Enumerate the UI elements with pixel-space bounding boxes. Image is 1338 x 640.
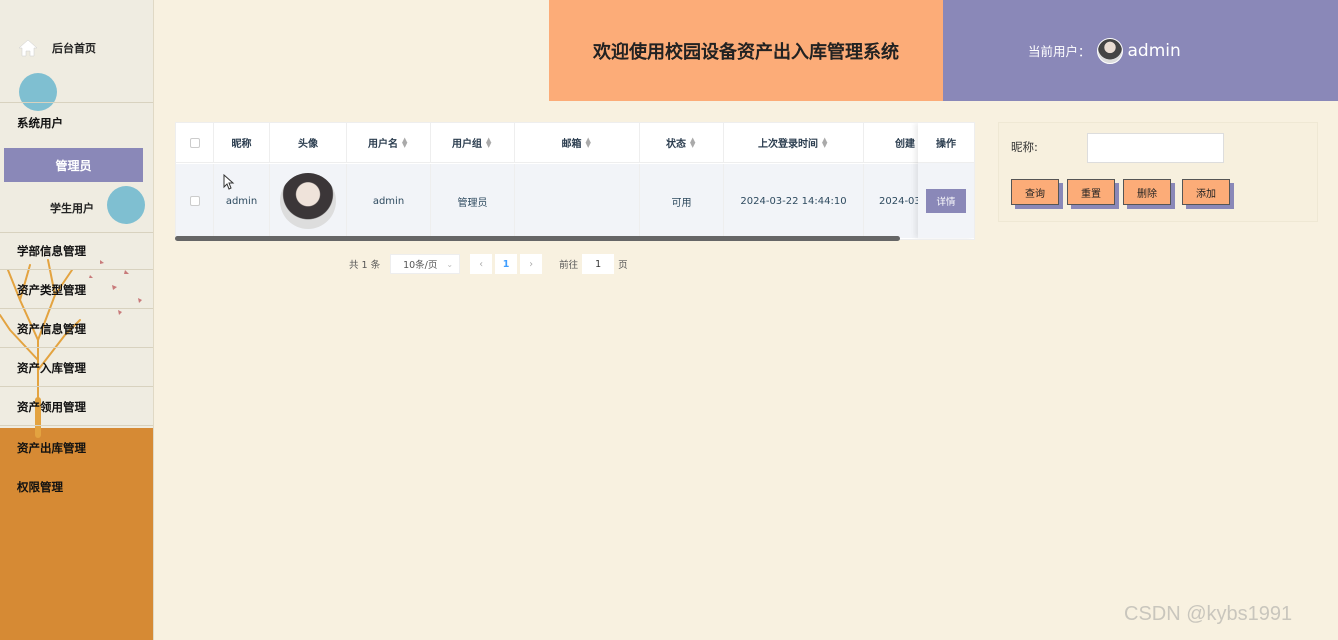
page-number[interactable]: 1 <box>495 254 518 274</box>
row-checkbox[interactable] <box>189 196 200 206</box>
delete-button[interactable]: 删除 <box>1123 179 1171 205</box>
sidebar-item-label: 资产领用管理 <box>17 399 86 414</box>
sidebar-subitem-label: 管理员 <box>55 158 92 173</box>
sidebar-item-department[interactable]: 学部信息管理 <box>0 232 153 270</box>
column-header-avatar: 头像 <box>270 123 347 162</box>
home-icon <box>18 39 38 57</box>
nickname-label: 昵称: <box>1011 140 1038 154</box>
sidebar-item-label: 资产入库管理 <box>17 360 86 375</box>
cell-last-login: 2024-03-22 14:44:10 <box>724 164 864 238</box>
sort-icon[interactable]: ▲ ▼ <box>486 136 493 148</box>
cell-username: admin <box>347 164 431 238</box>
cell-email <box>515 164 640 238</box>
pagination: 共 1 条 10条/页 ⌄ ‹ 1 › 前往 1 页 <box>349 254 628 274</box>
goto-page-input[interactable]: 1 <box>582 254 615 274</box>
sidebar-item-home[interactable]: 后台首页 <box>0 28 153 68</box>
current-user-label: 当前用户： <box>1028 44 1091 59</box>
sort-icon[interactable]: ▲ ▼ <box>690 136 697 148</box>
sidebar-item-label: 系统用户 <box>17 115 63 130</box>
avatar <box>280 173 336 229</box>
sidebar-item-asset-info[interactable]: 资产信息管理 <box>0 310 153 348</box>
select-all-checkbox[interactable] <box>189 137 200 148</box>
sidebar-home-label: 后台首页 <box>52 42 96 55</box>
mouse-cursor-icon <box>223 174 235 190</box>
search-panel: 昵称: 查询 重置 删除 添加 <box>998 122 1318 222</box>
pagination-total: 共 1 条 <box>349 260 381 271</box>
sidebar-subitem-label: 学生用户 <box>50 202 94 215</box>
current-username[interactable]: admin <box>1128 41 1181 61</box>
sidebar: 后台首页 系统用户 管理员 学生用户 学部信息管理 资产类型管理 资产信息管理 … <box>0 0 154 640</box>
add-button[interactable]: 添加 <box>1182 179 1230 205</box>
query-button[interactable]: 查询 <box>1011 179 1059 205</box>
horizontal-scrollbar[interactable] <box>175 236 900 241</box>
sidebar-item-asset-type[interactable]: 资产类型管理 <box>0 271 153 309</box>
page-size-select[interactable]: 10条/页 ⌄ <box>390 254 461 274</box>
column-header-group[interactable]: 用户组 ▲ ▼ <box>431 123 515 162</box>
sort-icon[interactable]: ▲ ▼ <box>402 136 409 148</box>
cell-avatar <box>270 164 347 238</box>
chevron-left-icon: ‹ <box>479 258 483 270</box>
sort-icon[interactable]: ▲ ▼ <box>822 136 829 148</box>
column-header-nickname: 昵称 <box>214 123 270 162</box>
watermark: CSDN @kybs1991 <box>1124 603 1293 625</box>
sidebar-item-permissions[interactable]: 权限管理 <box>0 468 153 506</box>
column-header-status[interactable]: 状态 ▲ ▼ <box>640 123 724 162</box>
sidebar-item-label: 权限管理 <box>17 480 63 494</box>
page-size-value: 10条/页 <box>403 260 438 271</box>
user-table: 昵称 头像 用户名 ▲ ▼ 用户组 ▲ ▼ 邮箱 ▲ ▼ 状态 ▲ ▼ 上次登录时间 ▲ ▼ 创建 … <box>175 122 975 240</box>
cell-group: 管理员 <box>431 164 515 238</box>
sort-icon[interactable]: ▲ ▼ <box>586 136 593 148</box>
sidebar-subitem-student[interactable]: 学生用户 <box>0 192 153 224</box>
column-header-email[interactable]: 邮箱 ▲ ▼ <box>515 123 640 162</box>
chevron-right-icon: › <box>529 258 533 270</box>
sidebar-item-asset-inbound[interactable]: 资产入库管理 <box>0 349 153 387</box>
column-header-last-login[interactable]: 上次登录时间 ▲ ▼ <box>724 123 864 162</box>
operation-column: 操作 详情 <box>918 123 974 238</box>
sidebar-item-label: 学部信息管理 <box>17 244 86 258</box>
column-header-username[interactable]: 用户名 ▲ ▼ <box>347 123 431 162</box>
sidebar-item-asset-requisition[interactable]: 资产领用管理 <box>0 388 153 426</box>
cell-status: 可用 <box>640 164 724 238</box>
page-title: 欢迎使用校园设备资产出入库管理系统 <box>549 0 943 101</box>
detail-button[interactable]: 详情 <box>926 188 966 213</box>
sidebar-item-label: 资产类型管理 <box>17 282 86 297</box>
sidebar-item-asset-outbound[interactable]: 资产出库管理 <box>0 429 153 467</box>
sidebar-subitem-admin[interactable]: 管理员 <box>4 148 143 182</box>
header-blank <box>155 0 549 101</box>
nickname-search-input[interactable] <box>1087 133 1224 163</box>
goto-label: 前往 <box>559 260 579 271</box>
sidebar-item-label: 资产出库管理 <box>17 441 86 455</box>
next-page-button[interactable]: › <box>520 254 543 274</box>
reset-button[interactable]: 重置 <box>1067 179 1115 205</box>
prev-page-button[interactable]: ‹ <box>470 254 493 274</box>
operation-cell: 详情 <box>918 163 974 238</box>
page-suffix: 页 <box>618 260 628 271</box>
sidebar-item-label: 资产信息管理 <box>17 321 86 336</box>
table-header: 昵称 头像 用户名 ▲ ▼ 用户组 ▲ ▼ 邮箱 ▲ ▼ 状态 ▲ ▼ 上次登录时间 ▲ ▼ 创建 <box>176 123 974 163</box>
row-select-cell <box>176 164 214 238</box>
sidebar-item-system-user[interactable]: 系统用户 <box>0 102 153 142</box>
column-header-operation: 操作 <box>918 123 974 163</box>
header-user-area: 当前用户： admin <box>943 0 1338 101</box>
chevron-down-icon: ⌄ <box>446 259 454 269</box>
select-all-cell <box>176 123 214 162</box>
table-row: admin admin 管理员 可用 2024-03-22 14:44:10 2… <box>176 164 974 238</box>
avatar[interactable] <box>1096 37 1123 64</box>
